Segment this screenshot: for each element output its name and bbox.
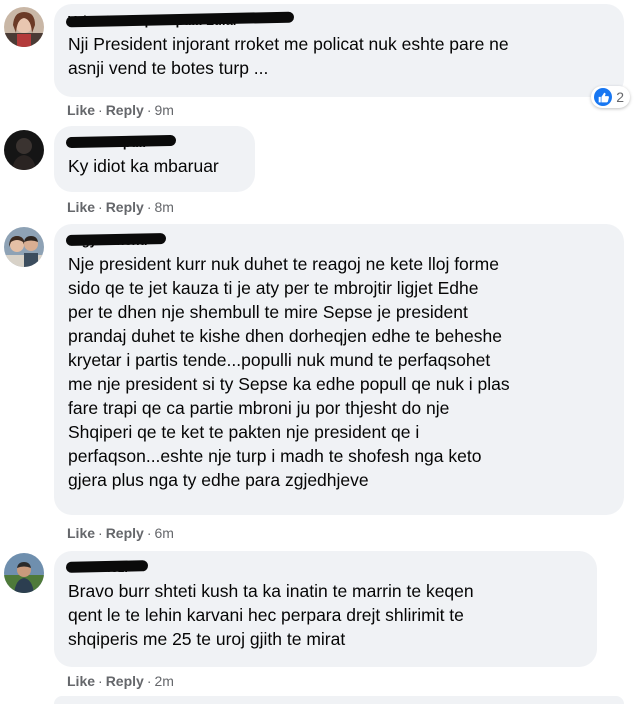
separator-dot: · (98, 673, 103, 689)
comment-author[interactable]: Valentina Papadopulli Lulai (65, 11, 610, 29)
comment-line: shqiperis me 25 te uroj gjith te mirat (68, 629, 346, 649)
comment-author[interactable]: Ilirian Shpuli (65, 134, 241, 151)
like-link[interactable]: Like (67, 673, 95, 689)
comment-author[interactable]: Ergys Shehu (65, 232, 610, 249)
comment-bubble: Ergys Shehu Nje president kurr nuk duhet… (54, 224, 624, 515)
like-reaction-icon (594, 88, 613, 106)
separator-dot: · (146, 673, 152, 689)
timestamp[interactable]: 9m (154, 102, 173, 118)
reply-link[interactable]: Reply (106, 102, 144, 118)
separator-dot: · (146, 102, 152, 118)
avatar[interactable] (4, 7, 44, 47)
timestamp[interactable]: 6m (154, 525, 173, 541)
reply-link[interactable]: Reply (106, 525, 144, 541)
comment-actions: Like · Reply · 9m (67, 102, 174, 118)
comment-line: kryetar i partis tende...populli nuk mun… (68, 350, 491, 370)
avatar[interactable] (4, 553, 44, 593)
comment-text: Ky idiot ka mbaruar (68, 154, 241, 178)
comment-bubble: Ilirian Shpuli Ky idiot ka mbaruar (54, 126, 255, 192)
comment-line: perfaqson...eshte nje turp i madh te sho… (68, 446, 482, 466)
redaction-bar (65, 560, 149, 573)
redaction-bar (65, 232, 167, 247)
comment-line: sido qe te jet kauza ti je aty per te mb… (68, 278, 479, 298)
separator-dot: · (98, 525, 103, 541)
comment-line: asnji vend te botes turp ... (68, 58, 269, 78)
comment-line: gjera plus nga ty edhe para zgjedhjeve (68, 470, 369, 490)
comment-line: prandaj duhet te kishe dhen dorheqjen ed… (68, 326, 502, 346)
comment-line: Shqiperi qe te ket te pakten nje preside… (68, 422, 420, 442)
avatar[interactable] (4, 227, 44, 267)
reaction-count: 2 (616, 89, 624, 105)
reply-link[interactable]: Reply (106, 673, 144, 689)
comment-line: Nji President injorant rroket me policat… (68, 34, 509, 54)
redaction-bar (65, 134, 177, 149)
comment-line: Ky idiot ka mbaruar (68, 156, 219, 176)
comment-line: Nje president kurr nuk duhet te reagoj n… (68, 254, 499, 274)
comment-bubble: Gert Elezi Bravo burr shteti kush ta ka … (54, 551, 597, 667)
comment-line: per te dhen nje shembull te mire Sepse j… (68, 302, 468, 322)
timestamp[interactable]: 2m (154, 673, 173, 689)
separator-dot: · (98, 199, 103, 215)
reaction-count-badge[interactable]: 2 (591, 86, 630, 108)
separator-dot: · (146, 199, 152, 215)
comment-line: qent le te lehin karvani hec perpara dre… (68, 605, 464, 625)
comment-bubble: Valentina Papadopulli Lulai Nji Presiden… (54, 4, 624, 97)
like-link[interactable]: Like (67, 102, 95, 118)
comment-line: fare trapi qe ca partie mbroni ju por th… (68, 398, 450, 418)
separator-dot: · (98, 102, 103, 118)
comment-author[interactable]: Gert Elezi (65, 559, 583, 576)
timestamp[interactable]: 8m (154, 199, 173, 215)
avatar[interactable] (4, 130, 44, 170)
comment-line: me nje president si ty Sepse ka edhe pop… (68, 374, 510, 394)
next-comment-bubble-edge (54, 696, 624, 704)
comment-actions: Like · Reply · 6m (67, 525, 174, 541)
comment-actions: Like · Reply · 2m (67, 673, 174, 689)
comment-actions: Like · Reply · 8m (67, 199, 174, 215)
comment-text: Bravo burr shteti kush ta ka inatin te m… (68, 579, 583, 651)
separator-dot: · (146, 525, 152, 541)
like-link[interactable]: Like (67, 525, 95, 541)
comment-text: Nji President injorant rroket me policat… (68, 32, 610, 80)
like-link[interactable]: Like (67, 199, 95, 215)
comment-line: Bravo burr shteti kush ta ka inatin te m… (68, 581, 474, 601)
comment-text: Nje president kurr nuk duhet te reagoj n… (68, 252, 610, 492)
reply-link[interactable]: Reply (106, 199, 144, 215)
